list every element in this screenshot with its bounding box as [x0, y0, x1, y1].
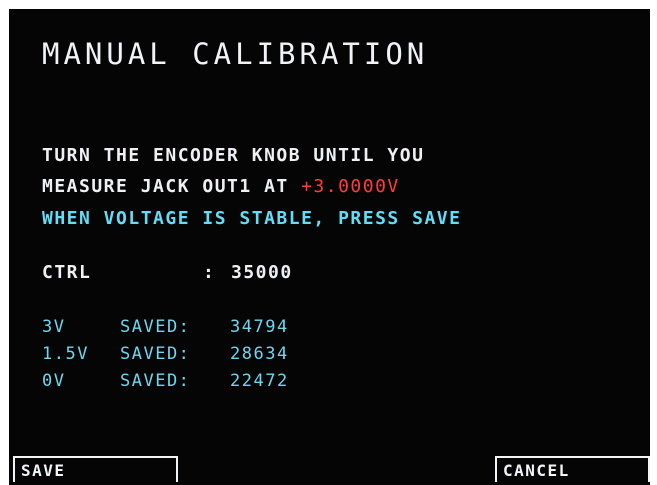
instruction-line-3: WHEN VOLTAGE IS STABLE, PRESS SAVE [42, 208, 462, 229]
page-title: MANUAL CALIBRATION [42, 37, 429, 71]
target-voltage: +3.0000V [301, 176, 400, 197]
saved-label: SAVED: [120, 371, 191, 391]
instruction-measure-text: MEASURE JACK OUT1 AT [42, 176, 302, 197]
saved-value: 34794 [230, 317, 289, 337]
saved-voltage-label: 3V [42, 317, 66, 337]
saved-voltage-label: 1.5V [42, 344, 89, 364]
ctrl-value: 35000 [231, 262, 293, 283]
saved-label: SAVED: [120, 344, 191, 364]
saved-value: 28634 [230, 344, 289, 364]
ctrl-separator: : [203, 262, 214, 283]
instruction-line-2: MEASURE JACK OUT1 AT +3.0000V [42, 176, 400, 197]
saved-value: 22472 [230, 371, 289, 391]
cancel-button[interactable]: CANCEL [495, 456, 650, 482]
calibration-screen: MANUAL CALIBRATION TURN THE ENCODER KNOB… [9, 9, 650, 485]
saved-voltage-label: 0V [42, 371, 66, 391]
saved-row-1-5v: 1.5V SAVED: 28634 [42, 344, 289, 364]
saved-row-0v: 0V SAVED: 22472 [42, 371, 289, 391]
save-button[interactable]: SAVE [13, 456, 178, 482]
instruction-line-1: TURN THE ENCODER KNOB UNTIL YOU [42, 145, 425, 166]
saved-row-3v: 3V SAVED: 34794 [42, 317, 289, 337]
saved-label: SAVED: [120, 317, 191, 337]
ctrl-label: CTRL [42, 262, 92, 283]
